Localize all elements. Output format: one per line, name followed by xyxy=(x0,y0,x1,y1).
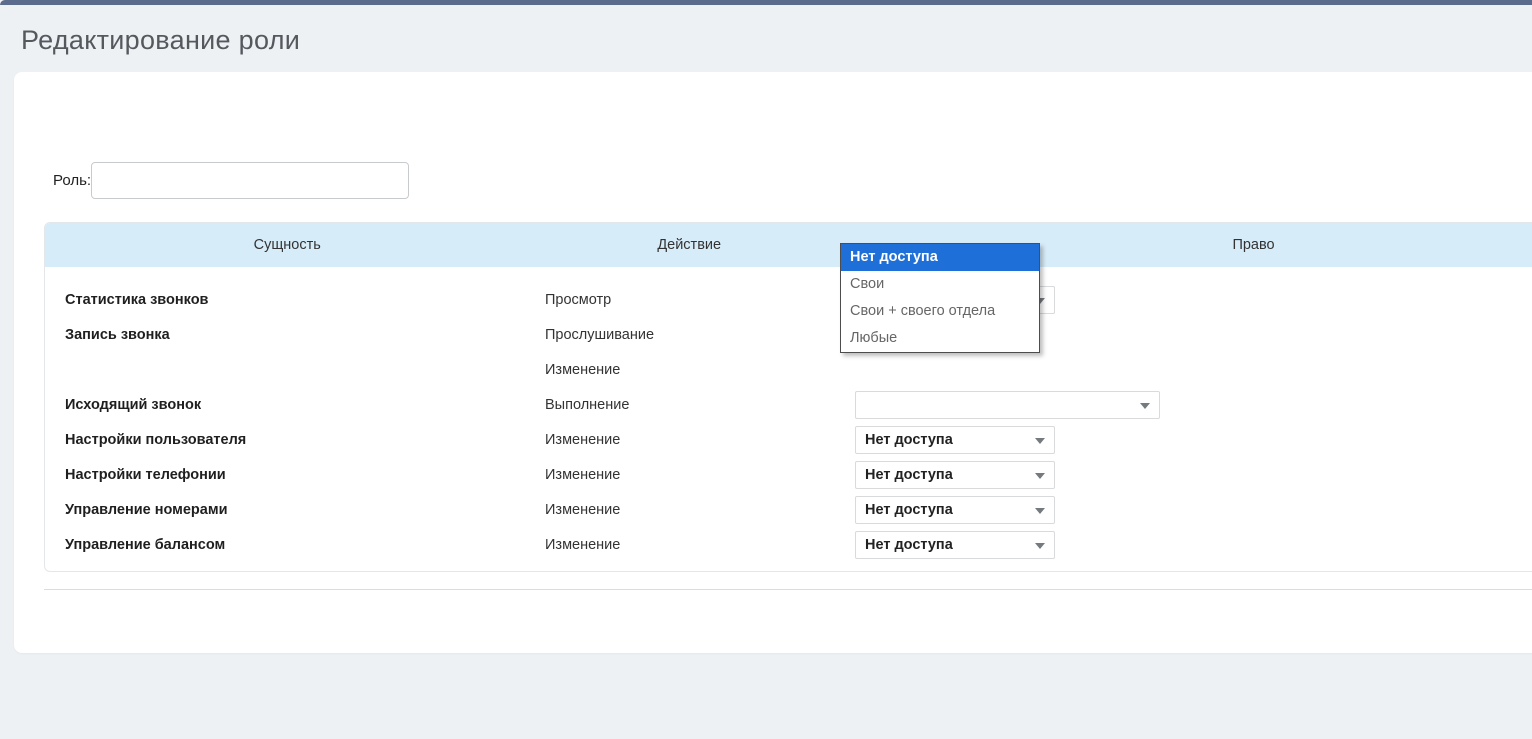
right-select[interactable]: Нет доступа xyxy=(855,426,1055,454)
chevron-down-icon xyxy=(1035,473,1045,479)
header-entity: Сущность xyxy=(45,223,529,267)
chevron-down-icon xyxy=(1035,438,1045,444)
right-select-value: Нет доступа xyxy=(856,497,1054,523)
table-row: Исходящий звонок Выполнение xyxy=(45,388,1532,423)
entity-label: Исходящий звонок xyxy=(65,388,201,423)
role-label: Роль: xyxy=(53,162,85,199)
entity-label: Запись звонка xyxy=(65,318,170,353)
table-row: Настройки пользователя Изменение Нет дос… xyxy=(45,423,1532,458)
entity-label: Настройки телефонии xyxy=(65,458,226,493)
action-label: Изменение xyxy=(545,458,620,493)
action-label: Изменение xyxy=(545,493,620,528)
dropdown-option[interactable]: Нет доступа xyxy=(841,244,1039,271)
right-select-value: Нет доступа xyxy=(856,427,1054,453)
chevron-down-icon xyxy=(1035,508,1045,514)
edit-role-card: Роль: Сущность Действие Право Статистика… xyxy=(14,72,1532,653)
right-select-value: Нет доступа xyxy=(856,532,1054,558)
table-row: Статистика звонков Просмотр Нет доступа xyxy=(45,283,1532,318)
table-row: Изменение xyxy=(45,353,1532,388)
window-accent-bar xyxy=(0,0,1532,5)
entity-label: Управление балансом xyxy=(65,528,225,563)
table-row: Управление номерами Изменение Нет доступ… xyxy=(45,493,1532,528)
action-label: Прослушивание xyxy=(545,318,654,353)
role-input[interactable] xyxy=(91,162,409,199)
chevron-down-icon xyxy=(1035,543,1045,549)
right-select[interactable]: Нет доступа xyxy=(855,461,1055,489)
right-select[interactable]: Нет доступа xyxy=(855,531,1055,559)
action-label: Просмотр xyxy=(545,283,611,318)
action-label: Выполнение xyxy=(545,388,629,423)
dropdown-option[interactable]: Свои xyxy=(841,271,1039,298)
entity-label: Статистика звонков xyxy=(65,283,208,318)
entity-label: Управление номерами xyxy=(65,493,228,528)
right-select-dropdown: Нет доступа Свои Свои + своего отдела Лю… xyxy=(840,243,1040,353)
entity-label: Настройки пользователя xyxy=(65,423,246,458)
dropdown-option[interactable]: Свои + своего отдела xyxy=(841,298,1039,325)
action-label: Изменение xyxy=(545,353,620,388)
right-select[interactable]: Нет доступа xyxy=(855,496,1055,524)
table-header-row: Сущность Действие Право xyxy=(45,223,1532,267)
permissions-table: Сущность Действие Право Статистика звонк… xyxy=(44,222,1532,572)
action-label: Изменение xyxy=(545,528,620,563)
page-title: Редактирование роли xyxy=(21,25,300,56)
divider xyxy=(44,589,1532,590)
table-row: Настройки телефонии Изменение Нет доступ… xyxy=(45,458,1532,493)
table-row: Управление балансом Изменение Нет доступ… xyxy=(45,528,1532,563)
right-select[interactable] xyxy=(855,391,1160,419)
right-select-value: Нет доступа xyxy=(856,462,1054,488)
header-action: Действие xyxy=(529,223,849,267)
chevron-down-icon xyxy=(1140,403,1150,409)
dropdown-option[interactable]: Любые xyxy=(841,325,1039,352)
action-label: Изменение xyxy=(545,423,620,458)
table-row: Запись звонка Прослушивание xyxy=(45,318,1532,353)
